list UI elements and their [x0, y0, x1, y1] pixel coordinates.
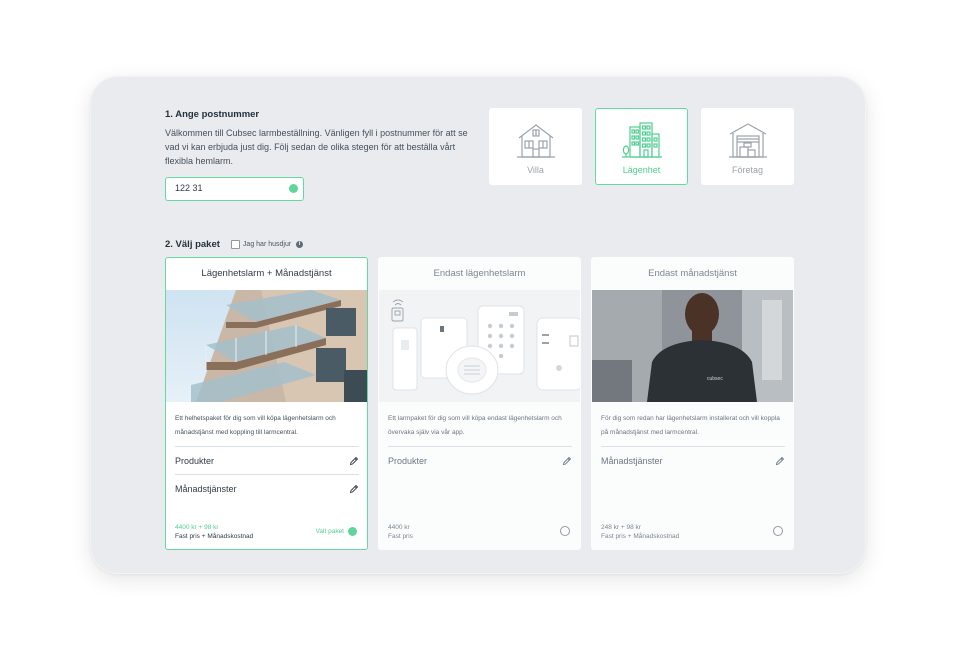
- package-price: 248 kr + 98 kr Fast pris + Månadskostnad: [601, 524, 679, 540]
- price-value: 4400 kr: [388, 524, 410, 531]
- package-radio[interactable]: [560, 526, 570, 536]
- step-1-title: 1. Ange postnummer: [165, 109, 260, 120]
- warehouse-icon: [728, 123, 767, 158]
- house-icon: [516, 124, 555, 158]
- package-row-produkter[interactable]: Produkter: [175, 446, 359, 474]
- pencil-icon[interactable]: [349, 484, 359, 494]
- price-note: Fast pris + Månadskostnad: [601, 533, 680, 540]
- price-note: Fast pris: [388, 533, 413, 540]
- postal-code-input[interactable]: [166, 178, 276, 198]
- package-row-manadstjanster[interactable]: Månadstjänster: [175, 474, 359, 502]
- cubsec-technician-photo: cubsec: [592, 290, 793, 402]
- valid-check-icon: [289, 184, 298, 193]
- housing-label: Lägenhet: [622, 165, 661, 175]
- package-row-manadstjanster[interactable]: Månadstjänster: [601, 446, 785, 474]
- price-note: Fast pris + Månadskostnad: [175, 533, 254, 540]
- apartment-balconies-photo: [166, 290, 367, 402]
- checkbox-box[interactable]: [230, 240, 240, 249]
- pet-checkbox-label: Jag har husdjur: [242, 241, 292, 248]
- package-card-endast-lagenhetslarm[interactable]: Endast lägenhetslarm Ett larmpaket för d…: [378, 257, 581, 550]
- shirt-logo-text: cubsec: [707, 376, 723, 382]
- pencil-icon[interactable]: [562, 456, 572, 466]
- row-label: Produkter: [175, 455, 215, 466]
- selected-label: Valt paket: [315, 528, 344, 535]
- price-value: 4400 kr + 98 kr: [175, 524, 219, 531]
- row-label: Månadstjänster: [601, 455, 663, 466]
- step-2-title: 2. Välj paket: [165, 239, 220, 250]
- postal-code-field[interactable]: [165, 177, 304, 201]
- housing-label: Villa: [527, 165, 544, 175]
- price-value: 248 kr + 98 kr: [601, 524, 641, 531]
- row-label: Produkter: [388, 455, 428, 466]
- package-card-endast-manadstjanst[interactable]: Endast månadstjänst cubsec För dig som r…: [591, 257, 794, 550]
- housing-option-lagenhet[interactable]: Lägenhet: [595, 108, 688, 185]
- package-title: Endast lägenhetslarm: [433, 268, 526, 279]
- package-radio[interactable]: [773, 526, 783, 536]
- package-description: För dig som redan har lägenhetslarm inst…: [601, 415, 780, 436]
- info-icon[interactable]: i: [296, 241, 304, 248]
- package-description: Ett larmpaket för dig som vill köpa enda…: [388, 415, 562, 436]
- selected-radio-icon[interactable]: [348, 527, 357, 536]
- selected-indicator[interactable]: Valt paket: [316, 527, 357, 536]
- step-postal-section: 1. Ange postnummer Välkommen till Cubsec…: [165, 109, 475, 168]
- housing-option-villa[interactable]: Villa: [489, 108, 582, 185]
- pet-checkbox[interactable]: Jag har husdjur: [230, 240, 292, 249]
- housing-option-foretag[interactable]: Företag: [701, 108, 794, 185]
- package-title: Endast månadstjänst: [648, 268, 737, 279]
- apartment-building-icon: [621, 122, 662, 158]
- housing-label: Företag: [731, 165, 764, 175]
- package-price: 4400 kr + 98 kr Fast pris + Månadskostna…: [175, 524, 253, 540]
- alarm-products-photo: [379, 290, 580, 402]
- step-1-description: Välkommen till Cubsec larmbeställning. V…: [165, 128, 468, 166]
- package-description: Ett helhetspaket för dig som vill köpa l…: [175, 415, 336, 436]
- package-price: 4400 kr Fast pris: [388, 524, 413, 540]
- pencil-icon[interactable]: [349, 456, 359, 466]
- package-title: Lägenhetslarm + Månadstjänst: [201, 268, 332, 279]
- step-package-header: 2. Välj paket Jag har husdjur i: [165, 239, 304, 250]
- package-row-produkter[interactable]: Produkter: [388, 446, 572, 474]
- package-card-lagenhetslarm-manadstjanst[interactable]: Lägenhetslarm + Månadstjänst Ett helhets…: [165, 257, 368, 550]
- row-label: Månadstjänster: [175, 483, 237, 494]
- pencil-icon[interactable]: [775, 456, 785, 466]
